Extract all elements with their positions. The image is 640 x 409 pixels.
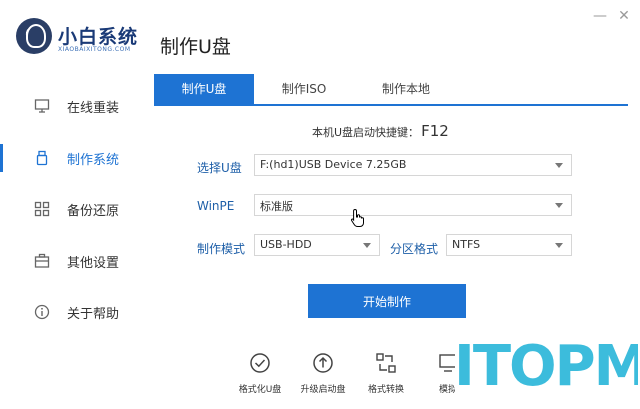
- sidebar-item-label: 其他设置: [67, 256, 120, 271]
- monitor-icon: [34, 99, 50, 113]
- usb-icon: [36, 150, 48, 166]
- sidebar-item-label: 在线重装: [67, 101, 120, 116]
- mode-label: 制作模式: [197, 242, 246, 256]
- tool-label: 升级启动盘: [300, 385, 346, 395]
- mode-value: USB-HDD: [260, 238, 312, 251]
- hand-cursor-icon: [350, 208, 364, 227]
- usb-device-select[interactable]: F:(hd1)USB Device 7.25GB: [254, 154, 572, 176]
- sidebar-item-other-settings[interactable]: 其他设置: [0, 239, 132, 283]
- usb-device-value: F:(hd1)USB Device 7.25GB: [260, 158, 407, 171]
- tab-bar: 制作U盘 制作ISO 制作本地: [154, 74, 628, 106]
- sidebar-item-about-help[interactable]: 关于帮助: [0, 290, 132, 334]
- tool-label: 格式化U盘: [238, 385, 282, 395]
- select-usb-label: 选择U盘: [197, 161, 242, 175]
- grid-icon: [34, 201, 50, 217]
- sidebar-item-label: 关于帮助: [67, 307, 120, 322]
- partition-select[interactable]: NTFS: [446, 234, 572, 256]
- tab-make-local[interactable]: 制作本地: [356, 74, 456, 104]
- format-usb-button[interactable]: 格式化U盘: [230, 350, 290, 406]
- sidebar: 在线重装 制作系统 备份还原 其他设置 关于帮助: [0, 76, 132, 409]
- sidebar-item-backup-restore[interactable]: 备份还原: [0, 187, 132, 231]
- winpe-select[interactable]: 标准版: [254, 194, 572, 216]
- info-icon: [34, 304, 50, 320]
- close-button[interactable]: ✕: [614, 6, 634, 26]
- case-icon: [34, 253, 50, 268]
- watermark-text: ITOPM: [455, 337, 638, 399]
- chevron-down-icon: [555, 163, 563, 168]
- tool-label: 格式转换: [367, 385, 404, 395]
- hotkey-label: 本机U盘启动快捷键：: [312, 126, 420, 139]
- app-logo: 小白系统 XIAOBAIXITONG.COM: [16, 18, 156, 62]
- tab-make-iso[interactable]: 制作ISO: [254, 74, 354, 104]
- winpe-value: 标准版: [260, 200, 293, 213]
- app-name: 小白系统: [58, 26, 139, 48]
- chevron-down-icon: [555, 203, 563, 208]
- upgrade-boot-disk-button[interactable]: 升级启动盘: [293, 350, 353, 406]
- page-title: 制作U盘: [160, 36, 231, 58]
- minimize-button[interactable]: —: [590, 6, 610, 26]
- format-convert-button[interactable]: 格式转换: [356, 350, 416, 406]
- hotkey-info: 本机U盘启动快捷键： F12: [312, 122, 449, 140]
- upload-circle-icon: [313, 353, 333, 373]
- start-make-button[interactable]: 开始制作: [308, 284, 466, 318]
- mode-select[interactable]: USB-HDD: [254, 234, 380, 256]
- sidebar-item-label: 备份还原: [67, 204, 120, 219]
- chevron-down-icon: [555, 243, 563, 248]
- convert-icon: [376, 353, 396, 373]
- check-circle-icon: [250, 353, 270, 373]
- tab-make-usb[interactable]: 制作U盘: [154, 74, 254, 104]
- logo-mark-icon: [16, 18, 52, 54]
- sidebar-item-online-reinstall[interactable]: 在线重装: [0, 84, 132, 128]
- partition-value: NTFS: [452, 238, 481, 251]
- sidebar-item-label: 制作系统: [67, 153, 120, 168]
- app-subtitle: XIAOBAIXITONG.COM: [58, 46, 131, 53]
- partition-label: 分区格式: [390, 242, 439, 256]
- hotkey-value: F12: [421, 122, 449, 140]
- sidebar-item-make-system[interactable]: 制作系统: [0, 136, 132, 180]
- watermark: ITOPM: [455, 337, 638, 403]
- winpe-label: WinPE: [197, 199, 235, 213]
- chevron-down-icon: [363, 243, 371, 248]
